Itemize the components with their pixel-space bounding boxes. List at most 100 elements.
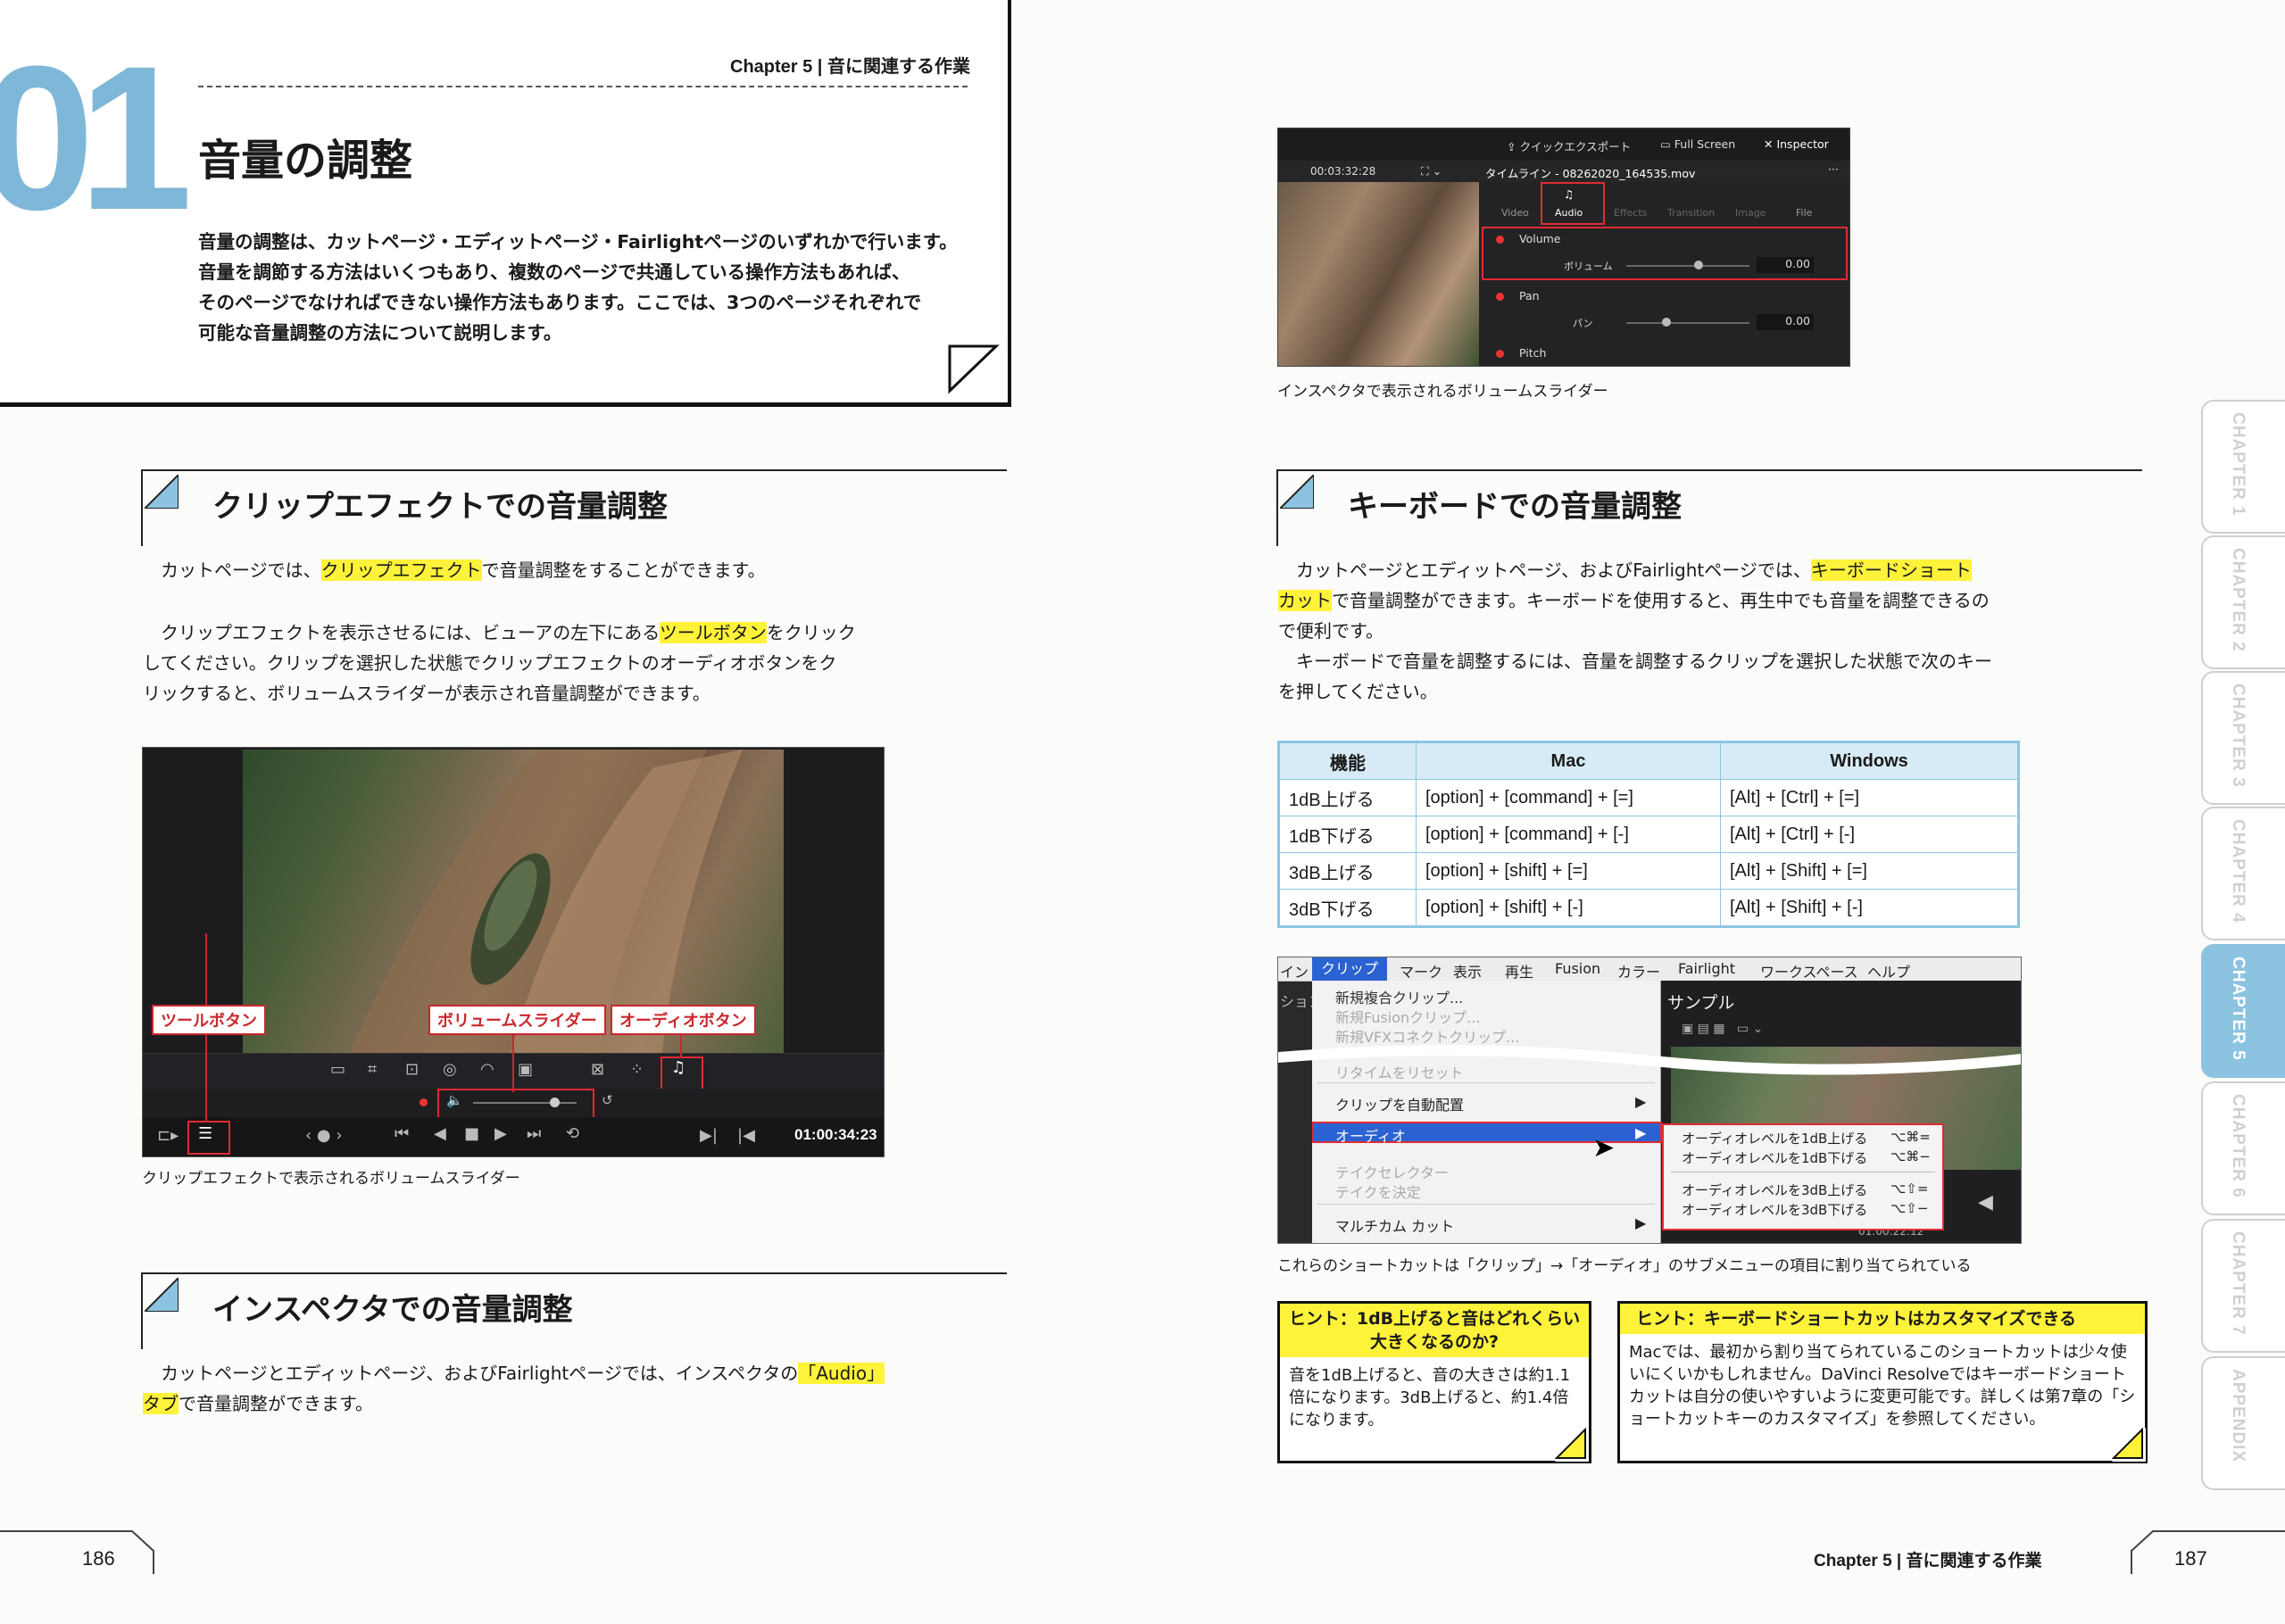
pan-slider-handle[interactable] — [1662, 318, 1671, 327]
audio-button-icon[interactable]: ♫ — [671, 1058, 686, 1077]
play-reverse-icon[interactable]: ◀ — [434, 1124, 446, 1143]
camera-icon[interactable]: ▣ — [518, 1060, 533, 1079]
volume-value-field[interactable]: 0.00 — [1757, 257, 1814, 273]
view-options-icon[interactable]: ⛶ ⌄ — [1421, 164, 1442, 178]
more-options-icon[interactable]: ··· — [1828, 162, 1839, 176]
submenu-item-3db-up[interactable]: オーディオレベルを3dB上げる — [1682, 1181, 1867, 1199]
tab-audio[interactable]: Audio — [1555, 207, 1583, 219]
viewer-title: サンプル — [1667, 993, 1735, 1013]
tab-file[interactable]: File — [1796, 207, 1812, 219]
prev-arrow-icon[interactable]: ◀ — [1978, 1191, 1993, 1214]
menu-clip[interactable]: クリップ — [1312, 957, 1388, 981]
submenu-arrow-icon: ▶ — [1635, 1124, 1647, 1141]
section-number: 01 — [0, 23, 193, 253]
hint-box-customize: ヒント：キーボードショートカットはカスタマイズできる Macでは、最初から割り当… — [1617, 1301, 2148, 1463]
speaker-icon: 🔈 — [446, 1092, 463, 1108]
caption-clip-effect: クリップエフェクトで表示されるボリュームスライダー — [142, 1170, 520, 1188]
timeline-name: タイムライン - 08262020_164535.mov — [1485, 167, 1696, 180]
menu-mark[interactable]: マーク — [1400, 960, 1442, 982]
timecode: 01:00:34:23 — [794, 1126, 877, 1143]
menu-item-new-fusion[interactable]: 新規Fusionクリップ... — [1335, 1006, 1480, 1027]
section-heading-keyboard: キーボードでの音量調整 — [1276, 469, 2142, 548]
footer-chapter: Chapter 5 | 音に関連する作業 — [1814, 1552, 2042, 1570]
page-number-tab-right — [2131, 1530, 2285, 1574]
volume-slider[interactable] — [473, 1102, 577, 1104]
dynamic-icon[interactable]: ⁘ — [630, 1060, 644, 1079]
tab-chapter-2[interactable]: CHAPTER 2 — [2201, 535, 2285, 669]
transform-icon[interactable]: ▭ — [330, 1060, 345, 1079]
table-row: 3dB上げる [option] + [shift] + [=] [Alt] + [S… — [1278, 852, 2019, 890]
tab-appendix[interactable]: APPENDIX — [2201, 1356, 2285, 1490]
tab-effects[interactable]: Effects — [1614, 207, 1647, 219]
tab-video[interactable]: Video — [1501, 207, 1529, 219]
tab-transition[interactable]: Transition — [1667, 207, 1715, 219]
stabilize-icon[interactable]: ◎ — [443, 1060, 457, 1079]
full-screen-button[interactable]: ▭ Full Screen — [1660, 137, 1735, 151]
pan-enable-dot[interactable] — [1496, 293, 1504, 301]
menu-item-new-compound[interactable]: 新規複合クリップ... — [1335, 986, 1463, 1007]
tab-chapter-1[interactable]: CHAPTER 1 — [2201, 400, 2285, 534]
stop-icon[interactable]: ■ — [464, 1124, 479, 1143]
hint-2-body: Macでは、最初から割り当てられているこのショートカットは少々使いにくいかもしれ… — [1629, 1343, 2136, 1429]
menu-item-audio[interactable]: オーディオ — [1335, 1124, 1406, 1146]
caption-menu: これらのショートカットは「クリップ」→「オーディオ」のサブメニューの項目に割り当… — [1277, 1257, 1972, 1275]
viewer-mode-icon[interactable]: ⊏▸ — [157, 1126, 179, 1145]
crop-icon[interactable]: ⌗ — [368, 1060, 377, 1079]
tab-chapter-3[interactable]: CHAPTER 3 — [2201, 671, 2285, 805]
tab-chapter-5[interactable]: CHAPTER 5 — [2201, 944, 2285, 1078]
intro-text: 音量の調整は、カットページ・エディットページ・Fairlightページのいずれか… — [198, 231, 958, 344]
menu-fusion[interactable]: Fusion — [1555, 960, 1600, 977]
submenu-item-1db-down[interactable]: オーディオレベルを1dB下げる — [1682, 1148, 1867, 1167]
loop-icon[interactable]: ⟲ — [566, 1124, 579, 1143]
volume-enable-dot[interactable] — [1496, 236, 1504, 244]
viewer-toolbar-icons[interactable]: ▣ ▤ ▦ ▭ ⌄ — [1682, 1022, 1763, 1036]
clip-effect-screenshot: ▭ ⌗ ⊡ ◎ ◠ ▣ ⊠ ⁘ ♫ 🔈 ↺ ⊏▸ ☰ ‹ ● › ⏮ ◀ ■ ▶… — [142, 747, 885, 1157]
skip-start-icon[interactable]: ⏮ — [395, 1124, 409, 1143]
mouse-cursor-icon: ➤ — [1592, 1132, 1616, 1164]
shortcut-table: 機能 Mac Windows 1dB上げる [option] + [command… — [1277, 741, 2020, 928]
tab-chapter-6[interactable]: CHAPTER 6 — [2201, 1081, 2285, 1215]
pitch-enable-dot[interactable] — [1496, 350, 1504, 358]
menu-item-multicam-cut[interactable]: マルチカム カット — [1335, 1214, 1454, 1236]
pitch-row: Pitch — [1519, 346, 1547, 360]
submenu-item-1db-up[interactable]: オーディオレベルを1dB上げる — [1682, 1129, 1867, 1148]
quick-export-button[interactable]: ⇪ クイックエクスポート — [1507, 137, 1631, 154]
menu-fairlight[interactable]: Fairlight — [1678, 960, 1735, 977]
mark-out-icon[interactable]: |◀ — [737, 1126, 755, 1145]
menu-item-finalize-take[interactable]: テイクを決定 — [1335, 1181, 1421, 1202]
volume-row: Volume — [1519, 232, 1561, 245]
volume-param-label: ボリューム — [1564, 261, 1613, 272]
fit-icon[interactable]: ⊠ — [591, 1060, 604, 1079]
play-icon[interactable]: ▶ — [494, 1124, 507, 1143]
menu-edit-partial[interactable]: イン — [1280, 960, 1309, 982]
tab-image[interactable]: Image — [1735, 207, 1766, 219]
submenu-item-3db-down[interactable]: オーディオレベルを3dB下げる — [1682, 1200, 1867, 1219]
inspector-button[interactable]: ✕ Inspector — [1764, 137, 1829, 151]
volume-slider-handle[interactable] — [550, 1098, 560, 1107]
menu-playback[interactable]: 再生 — [1505, 960, 1533, 982]
reset-icon[interactable]: ↺ — [602, 1092, 613, 1108]
menu-view[interactable]: 表示 — [1453, 960, 1482, 982]
menu-item-reset-retime[interactable]: リタイムをリセット — [1335, 1061, 1464, 1082]
speed-icon[interactable]: ◠ — [480, 1060, 494, 1079]
pan-value-field[interactable]: 0.00 — [1757, 314, 1814, 330]
menu-help[interactable]: ヘルプ — [1867, 960, 1910, 982]
submenu-arrow-icon: ▶ — [1635, 1214, 1647, 1231]
tab-chapter-7[interactable]: CHAPTER 7 — [2201, 1219, 2285, 1353]
zoom-icon[interactable]: ⊡ — [405, 1060, 419, 1079]
tool-button-icon[interactable]: ☰ — [198, 1124, 212, 1143]
pan-slider[interactable] — [1626, 322, 1749, 324]
inspector-volume-slider[interactable] — [1626, 265, 1749, 267]
menu-item-take-selector[interactable]: テイクセレクター — [1335, 1161, 1449, 1182]
menu-color[interactable]: カラー — [1617, 960, 1660, 982]
skip-end-icon[interactable]: ⏭ — [527, 1124, 541, 1143]
inspector-volume-handle[interactable] — [1694, 261, 1703, 269]
tab-chapter-4[interactable]: CHAPTER 4 — [2201, 807, 2285, 940]
sec1-paragraph-1: カットページでは、クリップエフェクトで音量調整をすることができます。 — [161, 559, 766, 581]
label-volume-slider: ボリュームスライダー — [428, 1005, 606, 1035]
section-triangle-icon — [145, 1278, 179, 1312]
menu-item-auto-arrange[interactable]: クリップを自動配置 — [1335, 1093, 1464, 1114]
menu-workspace[interactable]: ワークスペース — [1760, 960, 1858, 982]
nav-arrows-icon[interactable]: ‹ ● › — [305, 1126, 343, 1145]
mark-in-icon[interactable]: ▶| — [700, 1126, 718, 1145]
